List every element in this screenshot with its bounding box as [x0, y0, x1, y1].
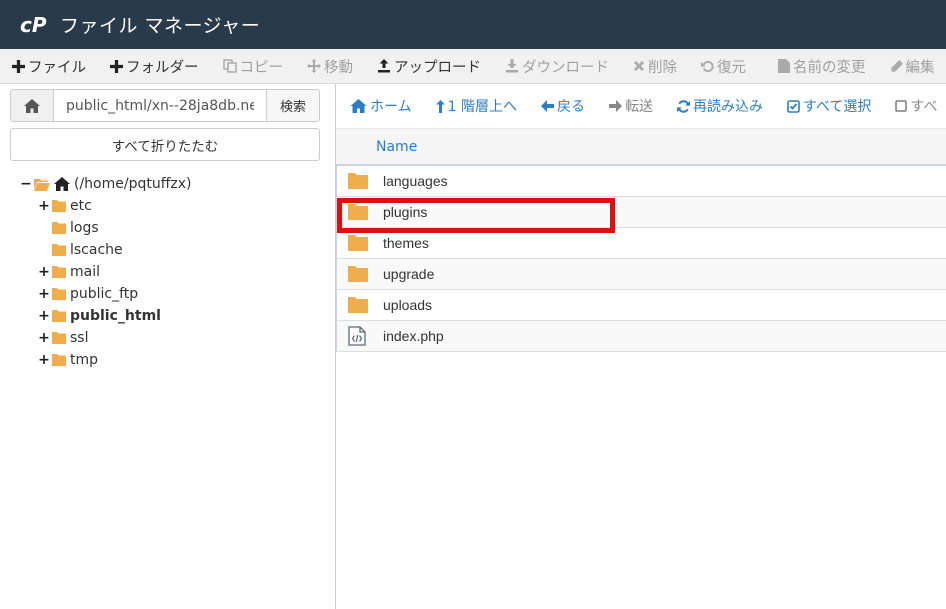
- folder-icon: [52, 266, 66, 278]
- directory-tree: − (/home/pqtuffzx) + etc logs lscache +: [20, 173, 320, 371]
- undo-icon: [701, 60, 714, 72]
- code-file-icon: [337, 326, 383, 346]
- plus-icon: [12, 59, 25, 73]
- folder-icon: [337, 235, 383, 251]
- main-toolbar: ファイル フォルダー コピー 移動 アップロード ダウンロード 削除 復元 名前…: [0, 49, 946, 84]
- file-row-languages[interactable]: languages: [336, 166, 946, 197]
- file-row-plugins[interactable]: plugins: [336, 197, 946, 228]
- home-button[interactable]: ホーム: [336, 84, 424, 128]
- folder-icon: [337, 266, 383, 282]
- check-square-icon: [787, 99, 800, 113]
- home-icon: [350, 99, 367, 113]
- tree-item-logs[interactable]: logs: [20, 217, 320, 239]
- expand-toggle-icon[interactable]: +: [38, 330, 50, 346]
- folder-icon: [52, 244, 66, 256]
- tree-item-public-ftp[interactable]: + public_ftp: [20, 283, 320, 305]
- download-button[interactable]: ダウンロード: [493, 49, 621, 83]
- app-title: ファイル マネージャー: [60, 15, 261, 37]
- refresh-icon: [676, 99, 690, 113]
- copy-button[interactable]: コピー: [211, 49, 296, 83]
- folder-icon: [52, 310, 66, 322]
- move-button[interactable]: 移動: [295, 49, 365, 83]
- select-all-button[interactable]: すべて選択: [775, 84, 883, 128]
- file-row-upgrade[interactable]: upgrade: [336, 259, 946, 290]
- file-icon: [778, 59, 790, 73]
- collapse-toggle-icon[interactable]: −: [20, 176, 32, 192]
- upload-button[interactable]: アップロード: [365, 49, 493, 83]
- arrow-left-icon: [540, 100, 554, 112]
- home-icon: [54, 177, 70, 191]
- expand-toggle-icon[interactable]: +: [38, 308, 50, 324]
- expand-toggle-icon[interactable]: +: [38, 352, 50, 368]
- folder-icon: [52, 288, 66, 300]
- square-icon: [895, 100, 908, 112]
- path-go-button[interactable]: 検索: [266, 90, 319, 121]
- cpanel-logo-icon[interactable]: cP: [20, 12, 50, 38]
- plus-icon: [110, 59, 123, 73]
- expand-toggle-icon[interactable]: +: [38, 198, 50, 214]
- tree-item-tmp[interactable]: + tmp: [20, 349, 320, 371]
- up-one-level-button[interactable]: 1 階層上へ: [424, 84, 529, 128]
- times-icon: [634, 61, 644, 71]
- delete-button[interactable]: 削除: [621, 49, 689, 83]
- path-home-button[interactable]: [11, 90, 54, 121]
- file-list: Name languages plugins themes upgrade up…: [336, 129, 946, 352]
- pencil-icon: [890, 59, 903, 72]
- folder-icon: [337, 173, 383, 189]
- tree-item-etc[interactable]: + etc: [20, 195, 320, 217]
- download-icon: [506, 59, 518, 73]
- file-row-themes[interactable]: themes: [336, 228, 946, 259]
- expand-toggle-icon[interactable]: +: [38, 286, 50, 302]
- svg-text:cP: cP: [20, 13, 47, 37]
- file-row-uploads[interactable]: uploads: [336, 290, 946, 321]
- deselect-all-button[interactable]: すべ: [883, 84, 946, 128]
- collapse-all-button[interactable]: すべて折りたたむ: [10, 128, 320, 161]
- new-file-button[interactable]: ファイル: [0, 49, 98, 83]
- level-up-icon: [435, 99, 445, 113]
- reload-button[interactable]: 再読み込み: [665, 84, 775, 128]
- rename-button[interactable]: 名前の変更: [766, 49, 878, 83]
- tree-item-mail[interactable]: + mail: [20, 261, 320, 283]
- navigation-bar: ホーム 1 階層上へ 戻る 転送 再読み込み すべて選択 すべ: [336, 84, 946, 129]
- expand-toggle-icon[interactable]: +: [38, 264, 50, 280]
- tree-item-public-html[interactable]: + public_html: [20, 305, 320, 327]
- folder-icon: [337, 297, 383, 313]
- home-icon: [24, 98, 40, 113]
- forward-button[interactable]: 転送: [597, 84, 665, 128]
- folder-icon: [337, 204, 383, 220]
- folder-icon: [52, 332, 66, 344]
- back-button[interactable]: 戻る: [529, 84, 597, 128]
- new-folder-button[interactable]: フォルダー: [98, 49, 211, 83]
- folder-icon: [52, 222, 66, 234]
- folder-open-icon: [34, 178, 50, 191]
- edit-button[interactable]: 編集: [878, 49, 946, 83]
- restore-button[interactable]: 復元: [689, 49, 758, 83]
- tree-root[interactable]: − (/home/pqtuffzx): [20, 173, 320, 195]
- folder-icon: [52, 354, 66, 366]
- tree-item-lscache[interactable]: lscache: [20, 239, 320, 261]
- move-icon: [307, 59, 321, 73]
- path-bar: 検索: [10, 89, 320, 122]
- upload-icon: [378, 59, 390, 73]
- file-row-index-php[interactable]: index.php: [336, 321, 946, 352]
- tree-item-ssl[interactable]: + ssl: [20, 327, 320, 349]
- path-input[interactable]: [54, 90, 266, 121]
- folder-icon: [52, 200, 66, 212]
- arrow-right-icon: [608, 100, 622, 112]
- directory-tree-pane: 検索 すべて折りたたむ − (/home/pqtuffzx) + etc log…: [0, 84, 335, 609]
- copy-icon: [222, 59, 237, 73]
- column-header-name[interactable]: Name: [336, 129, 946, 166]
- app-header: cP ファイル マネージャー: [0, 0, 946, 49]
